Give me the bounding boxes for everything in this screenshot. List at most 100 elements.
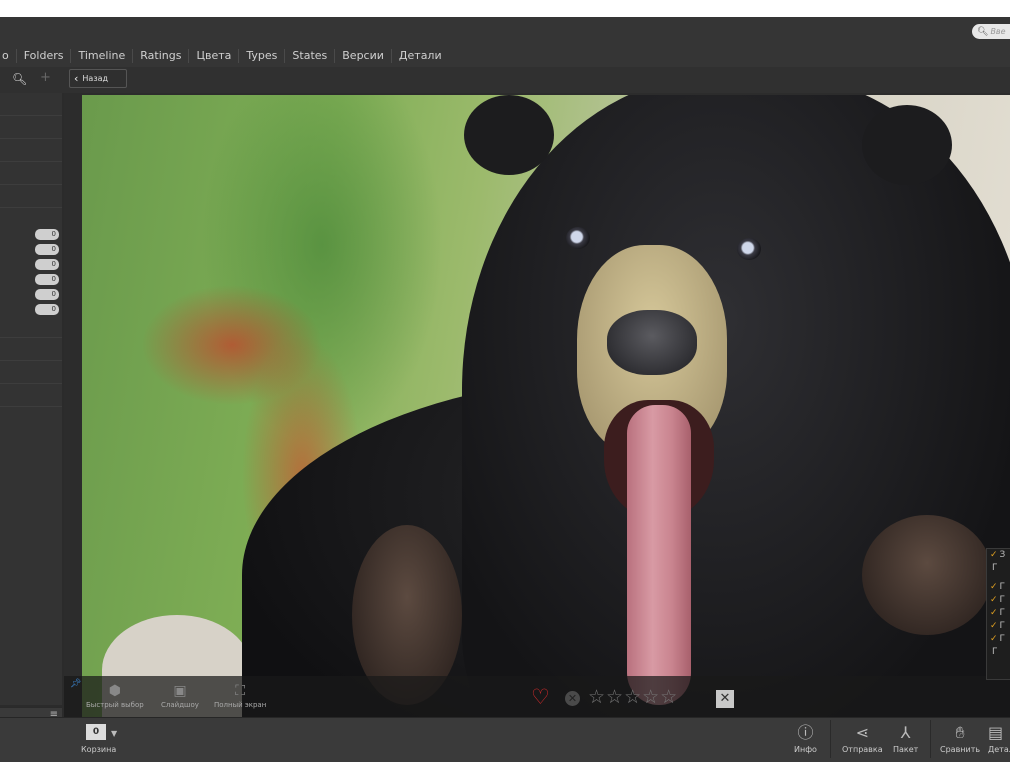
right-panel-row[interactable]: Г — [987, 646, 1010, 659]
search-icon: 🔍︎ — [977, 26, 989, 37]
close-icon[interactable]: ✕ — [716, 690, 734, 708]
right-panel-row[interactable]: ✓ З — [987, 549, 1010, 562]
right-panel-row-label: Г — [992, 647, 998, 657]
count-badge: 0 — [35, 244, 59, 255]
photo-bear-paw — [862, 515, 992, 635]
sidebar-divider — [0, 406, 62, 407]
sidebar-counters: 0 0 0 0 0 0 — [35, 229, 59, 319]
photo-bear-nose — [607, 310, 697, 375]
fullscreen-button[interactable]: ⛶ Полный экран — [214, 683, 266, 709]
compare-button[interactable]: ✋︎ Сравнить — [940, 723, 980, 754]
right-panel-row[interactable]: Г — [987, 562, 1010, 575]
search-input[interactable]: 🔍︎ Вве — [972, 24, 1010, 39]
right-panel-row-label: Г — [999, 608, 1006, 618]
right-panel-row-label: Г — [999, 634, 1006, 644]
search-placeholder: Вве — [990, 27, 1006, 36]
sidebar-divider — [0, 337, 62, 338]
quick-select-button[interactable]: ⬢ Быстрый выбор — [86, 683, 144, 709]
sidebar-divider — [0, 383, 62, 384]
tab-types[interactable]: Types — [239, 49, 286, 63]
check-icon: ✓ — [990, 621, 998, 631]
add-icon[interactable]: + — [40, 70, 51, 85]
right-panel-row-label: Г — [999, 621, 1006, 631]
count-badge: 0 — [35, 259, 59, 270]
heart-icon[interactable]: ♡ — [531, 686, 550, 708]
fullscreen-icon: ⛶ — [235, 683, 246, 699]
right-panel-row-label: Г — [999, 595, 1006, 605]
reject-icon[interactable]: ✕ — [565, 691, 580, 706]
back-button[interactable]: ‹ Назад — [69, 69, 127, 88]
slideshow-label: Слайдшоу — [161, 701, 199, 709]
compare-icon: ✋︎ — [955, 723, 965, 742]
slideshow-icon: ▣ — [173, 683, 187, 699]
batch-button[interactable]: ⅄ Пакет — [893, 723, 918, 754]
sidebar-divider — [0, 184, 62, 185]
info-button[interactable]: ⓘ Инфо — [794, 723, 817, 754]
photo-bear-ear — [862, 105, 952, 185]
details-button[interactable]: ▤ Детали — [988, 723, 1010, 754]
slideshow-button[interactable]: ▣ Слайдшоу — [161, 683, 199, 709]
right-panel-row[interactable]: ✓ Г — [987, 633, 1010, 646]
sidebar-divider — [0, 161, 62, 162]
back-button-label: Назад — [82, 74, 109, 83]
details-icon: ▤ — [988, 723, 1004, 742]
top-strip — [0, 0, 1010, 17]
right-panel-row[interactable]: ✓ Г — [987, 607, 1010, 620]
basket-icon[interactable]: 0 — [86, 724, 106, 740]
right-panel-row-label: Г — [992, 563, 998, 573]
divider — [830, 720, 831, 758]
count-badge: 0 — [35, 229, 59, 240]
basket-label[interactable]: Корзина — [81, 745, 116, 754]
tab-colors[interactable]: Цвета — [189, 49, 240, 63]
info-label: Инфо — [794, 745, 817, 754]
right-panel-row-label: З — [999, 550, 1006, 560]
photo-bear-tongue — [627, 405, 691, 705]
sidebar — [0, 93, 62, 705]
divider — [930, 720, 931, 758]
info-icon: ⓘ — [797, 723, 814, 742]
batch-label: Пакет — [893, 745, 919, 754]
count-badge: 0 — [35, 304, 59, 315]
check-icon: ✓ — [990, 550, 998, 560]
photo-bear-eye — [737, 238, 761, 260]
right-panel-row-label: Г — [999, 582, 1006, 592]
count-badge: 0 — [35, 274, 59, 285]
batch-icon: ⅄ — [900, 723, 911, 742]
fullscreen-label: Полный экран — [214, 701, 267, 709]
check-icon: ✓ — [990, 582, 998, 592]
tab-bar: о Folders Timeline Ratings Цвета Types S… — [0, 45, 1010, 67]
toolbar — [0, 67, 1010, 93]
photo[interactable] — [82, 95, 1010, 717]
tab-partial[interactable]: о — [0, 49, 17, 63]
tab-states[interactable]: States — [285, 49, 336, 63]
sidebar-divider — [0, 138, 62, 139]
sidebar-divider — [0, 360, 62, 361]
share-label: Отправка — [842, 745, 883, 754]
sidebar-divider — [0, 207, 62, 208]
right-panel-row[interactable]: ✓ Г — [987, 620, 1010, 633]
quick-select-icon: ⬢ — [108, 683, 121, 699]
check-icon: ✓ — [990, 595, 998, 605]
photo-bear-ear — [464, 95, 554, 175]
count-badge: 0 — [35, 289, 59, 300]
rating-stars[interactable]: ☆☆☆☆☆ — [588, 686, 678, 708]
tab-timeline[interactable]: Timeline — [71, 49, 134, 63]
right-panel: ✓ З Г ✓ Г ✓ Г ✓ Г ✓ Г ✓ Г Г — [986, 548, 1010, 680]
tab-ratings[interactable]: Ratings — [133, 49, 190, 63]
share-icon: ⋖ — [855, 723, 870, 742]
right-panel-row[interactable]: ✓ Г — [987, 581, 1010, 594]
pin-icon[interactable]: 📌︎ — [70, 679, 81, 689]
check-icon: ✓ — [990, 608, 998, 618]
photo-bear-eye — [566, 227, 590, 249]
tab-folders[interactable]: Folders — [17, 49, 72, 63]
quick-select-label: Быстрый выбор — [86, 701, 144, 709]
share-button[interactable]: ⋖ Отправка — [842, 723, 883, 754]
tab-versions[interactable]: Версии — [335, 49, 392, 63]
basket-dropdown-icon[interactable]: ▼ — [111, 729, 117, 738]
right-panel-row[interactable]: ✓ Г — [987, 594, 1010, 607]
tab-details[interactable]: Детали — [392, 49, 449, 63]
sidebar-search-icon[interactable]: 🔍︎ — [12, 72, 27, 86]
title-bar — [0, 17, 1010, 45]
check-icon: ✓ — [990, 634, 998, 644]
compare-label: Сравнить — [940, 745, 981, 754]
